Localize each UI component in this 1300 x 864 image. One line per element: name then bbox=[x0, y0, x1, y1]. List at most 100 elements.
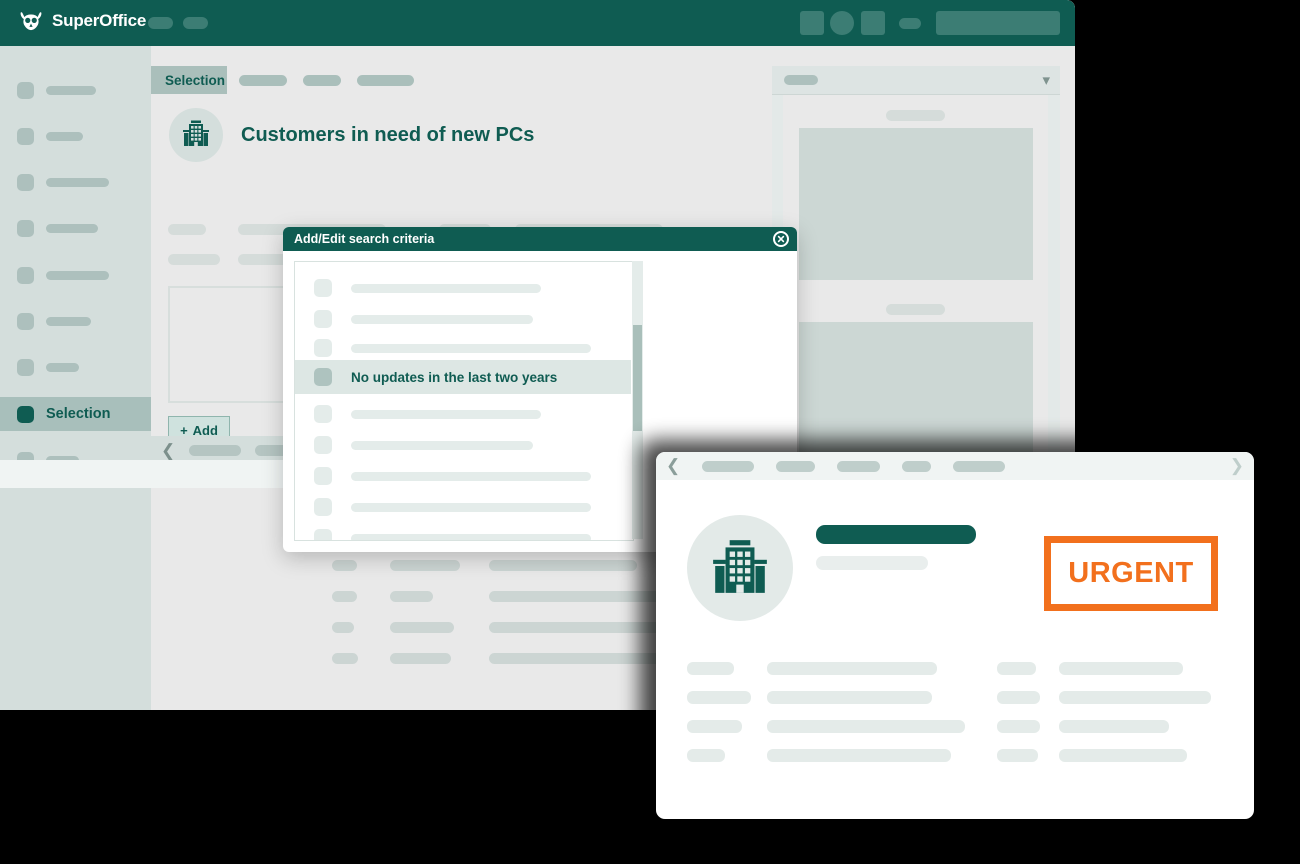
urgent-detail-value-r-3 bbox=[1059, 720, 1169, 733]
sidebar: Selection bbox=[0, 46, 151, 710]
sidebar-item-bullet-icon bbox=[17, 173, 34, 191]
sidebar-item-1[interactable] bbox=[0, 73, 151, 107]
criteria-list[interactable]: No updates in the last two years bbox=[294, 261, 634, 541]
urgent-detail-value-l-2 bbox=[767, 691, 932, 704]
topbar-square-icon-1[interactable] bbox=[800, 11, 824, 35]
sidebar-item-bullet-icon bbox=[17, 219, 34, 237]
topbar-square-icon-2[interactable] bbox=[861, 11, 885, 35]
sidebar-item-4[interactable] bbox=[0, 211, 151, 245]
criteria-row-selected[interactable]: No updates in the last two years bbox=[295, 360, 631, 394]
chevron-left-icon[interactable]: ❮ bbox=[161, 442, 175, 459]
chevron-right-icon[interactable]: ❯ bbox=[1230, 456, 1244, 476]
sidebar-item-label-placeholder bbox=[46, 131, 83, 141]
status-badge-label: URGENT bbox=[1068, 557, 1194, 589]
criteria-label-placeholder bbox=[351, 440, 533, 450]
criteria-checkbox[interactable] bbox=[314, 529, 332, 540]
field-placeholder-2-1 bbox=[168, 254, 220, 265]
dialog-scrollbar[interactable] bbox=[633, 325, 642, 431]
right-panel-section-2-block bbox=[799, 322, 1033, 456]
status-badge: URGENT bbox=[1044, 536, 1218, 611]
table-row-cell-6-2 bbox=[390, 653, 451, 664]
screenshot-stage: SuperOffice Selection Selection Customer… bbox=[0, 0, 1300, 864]
criteria-row-8[interactable] bbox=[295, 490, 631, 524]
table-row-cell-4-2 bbox=[390, 591, 433, 602]
sidebar-item-label-placeholder bbox=[46, 85, 96, 95]
urgent-nav-pill-3[interactable] bbox=[837, 460, 881, 472]
criteria-row-1[interactable] bbox=[295, 271, 631, 305]
urgent-detail-value-l-1 bbox=[767, 662, 937, 675]
right-panel-section-1-block bbox=[799, 128, 1033, 280]
page-title: Customers in need of new PCs bbox=[241, 124, 535, 146]
topbar-pill-icon[interactable] bbox=[899, 18, 921, 29]
criteria-checkbox[interactable] bbox=[314, 498, 332, 516]
table-row-cell-6-1 bbox=[332, 653, 358, 664]
right-panel-section-1-label bbox=[886, 110, 945, 121]
urgent-card-subtitle bbox=[816, 556, 928, 570]
urgent-nav-pill-5[interactable] bbox=[953, 460, 1006, 472]
topbar-pill-2[interactable] bbox=[183, 17, 208, 29]
topbar-pill-1[interactable] bbox=[148, 17, 173, 29]
sidebar-item-label-placeholder bbox=[46, 177, 109, 187]
table-row-cell-3-3 bbox=[489, 560, 637, 571]
criteria-label-placeholder bbox=[351, 502, 591, 512]
table-row-cell-3-2 bbox=[390, 560, 460, 571]
sidebar-item-bullet-icon bbox=[17, 266, 34, 284]
building-icon bbox=[709, 535, 771, 602]
avatar bbox=[169, 108, 223, 162]
sidebar-item-bullet-icon bbox=[17, 405, 34, 423]
criteria-label-placeholder bbox=[351, 409, 541, 419]
criteria-checkbox[interactable] bbox=[314, 279, 332, 297]
tabstrip: Selection bbox=[151, 66, 751, 94]
urgent-detail-label-l-4 bbox=[687, 749, 725, 762]
urgent-nav-pill-2[interactable] bbox=[776, 460, 816, 472]
urgent-card-nav: ❮ ❯ bbox=[656, 452, 1254, 480]
criteria-row-9[interactable] bbox=[295, 521, 631, 540]
table-row-cell-5-1 bbox=[332, 622, 354, 633]
urgent-detail-label-r-3 bbox=[997, 720, 1040, 733]
chevron-left-icon[interactable]: ❮ bbox=[666, 456, 680, 476]
sidebar-item-5[interactable] bbox=[0, 258, 151, 292]
urgent-card-avatar bbox=[687, 515, 793, 621]
field-placeholder-1-1 bbox=[168, 224, 206, 235]
criteria-row-5[interactable] bbox=[295, 397, 631, 431]
urgent-nav-pill-4[interactable] bbox=[902, 460, 932, 472]
urgent-detail-label-l-2 bbox=[687, 691, 751, 704]
sidebar-item-3[interactable] bbox=[0, 165, 151, 199]
criteria-checkbox[interactable] bbox=[314, 339, 332, 357]
topbar-circle-icon[interactable] bbox=[830, 11, 854, 35]
sidebar-item-selection[interactable]: Selection bbox=[0, 397, 151, 431]
criteria-checkbox[interactable] bbox=[314, 310, 332, 328]
criteria-row-7[interactable] bbox=[295, 459, 631, 493]
sidebar-item-7[interactable] bbox=[0, 350, 151, 384]
criteria-checkbox[interactable] bbox=[314, 436, 332, 454]
criteria-checkbox[interactable] bbox=[314, 405, 332, 423]
chevron-down-icon[interactable]: ▾ bbox=[1042, 71, 1050, 89]
app-logo[interactable]: SuperOffice bbox=[18, 10, 146, 32]
dialog-titlebar: Add/Edit search criteria bbox=[283, 227, 797, 251]
sidebar-item-2[interactable] bbox=[0, 119, 151, 153]
table-row-cell-4-1 bbox=[332, 591, 357, 602]
criteria-checkbox[interactable] bbox=[314, 467, 332, 485]
urgent-detail-value-l-4 bbox=[767, 749, 951, 762]
urgent-detail-label-r-1 bbox=[997, 662, 1036, 675]
criteria-row-6[interactable] bbox=[295, 428, 631, 462]
sidebar-item-label-placeholder bbox=[46, 270, 109, 280]
sidebar-item-label-placeholder bbox=[46, 316, 91, 326]
sidebar-item-label-placeholder bbox=[46, 362, 79, 372]
tab-selection[interactable]: Selection bbox=[151, 66, 227, 94]
criteria-label-placeholder bbox=[351, 343, 591, 353]
criteria-label-placeholder bbox=[351, 471, 591, 481]
tab-placeholder-3[interactable] bbox=[357, 75, 414, 86]
urgent-nav-pill-1[interactable] bbox=[702, 460, 755, 472]
close-icon[interactable] bbox=[773, 231, 789, 247]
lower-nav-pill-1[interactable] bbox=[189, 444, 242, 456]
criteria-checkbox[interactable] bbox=[314, 368, 332, 386]
urgent-detail-value-r-2 bbox=[1059, 691, 1211, 704]
tab-placeholder-2[interactable] bbox=[303, 75, 341, 86]
dialog-title: Add/Edit search criteria bbox=[294, 232, 435, 246]
right-panel-title-placeholder bbox=[784, 75, 818, 85]
right-panel-header[interactable]: ▾ bbox=[772, 66, 1060, 95]
topbar-search-box[interactable] bbox=[936, 11, 1060, 35]
tab-placeholder-1[interactable] bbox=[239, 75, 287, 86]
sidebar-item-6[interactable] bbox=[0, 304, 151, 338]
